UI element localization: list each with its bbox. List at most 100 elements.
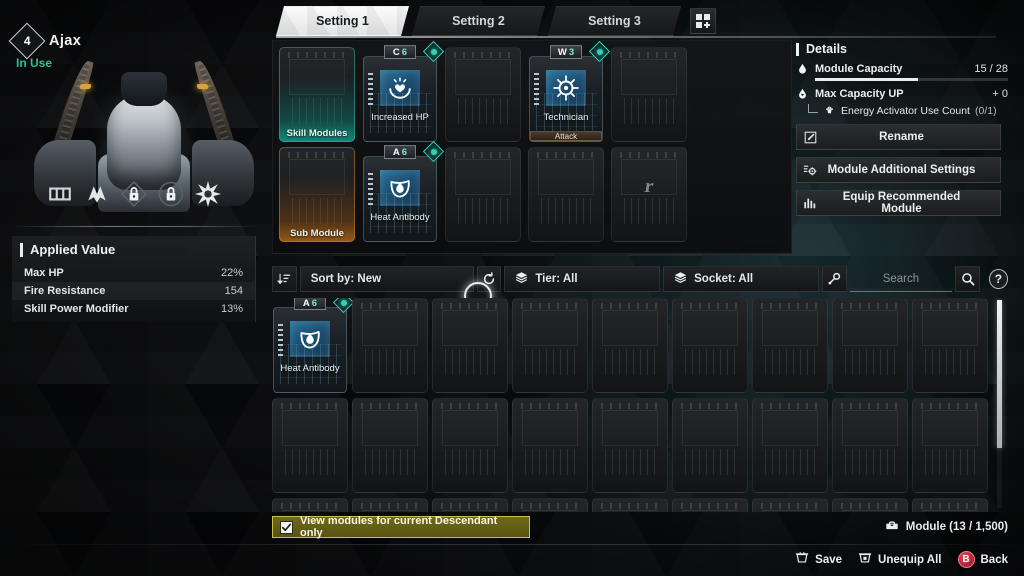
cost-value: 3 (568, 46, 575, 58)
inventory-slot-empty[interactable] (512, 498, 588, 512)
module-slot-empty[interactable] (445, 147, 521, 242)
ability-icon-1[interactable] (46, 180, 74, 208)
inventory-scrollbar-thumb[interactable] (997, 300, 1002, 448)
inventory-slot-empty[interactable] (672, 398, 748, 493)
inventory-slot-empty[interactable] (432, 298, 508, 393)
level-value: 4 (23, 34, 31, 48)
cost-value: 6 (311, 298, 318, 309)
cost-letter: A (392, 146, 400, 158)
rename-button[interactable]: Rename (796, 124, 1001, 150)
tab-label: Setting 2 (452, 14, 505, 28)
stat-label: Fire Resistance (24, 285, 106, 297)
character-header: 4 Ajax (8, 22, 81, 60)
save-label: Save (815, 553, 843, 566)
shield-flame-icon (290, 321, 330, 357)
module-slot-increased-hp[interactable]: Increased HP C6 (362, 40, 445, 142)
module-footer: Attack (530, 131, 602, 141)
inventory-slot-empty[interactable] (752, 398, 828, 493)
tab-setting-2[interactable]: Setting 2 (412, 6, 545, 36)
tab-setting-1[interactable]: Setting 1 (276, 6, 409, 36)
inventory-slot-empty[interactable] (592, 498, 668, 512)
module-slot-sub[interactable]: Sub Module (279, 147, 355, 242)
energy-activator-label: Energy Activator Use Count (841, 104, 970, 117)
search-button[interactable] (955, 266, 980, 292)
module-name: Heat Antibody (280, 363, 340, 374)
eye-right (196, 84, 209, 89)
module-slot-skill[interactable]: Skill Modules (279, 47, 355, 142)
inventory-slot-empty[interactable] (832, 298, 908, 393)
tier-dropdown[interactable]: Tier: All (504, 266, 661, 292)
inventory-slot-empty[interactable] (432, 498, 508, 512)
inventory-slot-empty[interactable] (512, 398, 588, 493)
module-count: Module (13 / 1,500) (885, 518, 1008, 535)
inventory-slot-empty[interactable] (512, 298, 588, 393)
inventory-slot-empty[interactable] (352, 498, 428, 512)
inventory-slot-empty[interactable] (752, 498, 828, 512)
lock-icon-1[interactable] (120, 180, 148, 208)
character-status: In Use (16, 56, 53, 70)
inventory-slot-empty[interactable] (912, 498, 988, 512)
capacity-bar (815, 78, 1008, 81)
inventory-slot-empty[interactable] (272, 398, 348, 493)
inventory-slot-empty[interactable] (592, 298, 668, 393)
module-count-label: Module (13 / 1,500) (905, 520, 1008, 533)
action-bar: Save Unequip All B Back (795, 551, 1008, 568)
stat-label: Max HP (24, 267, 64, 279)
inventory-slot-empty[interactable] (752, 298, 828, 393)
inventory-slot-empty[interactable] (672, 498, 748, 512)
view-current-descendant-toggle[interactable]: View modules for current Descendant only (272, 515, 530, 539)
add-setting-button[interactable] (690, 8, 716, 34)
inventory-slot-empty[interactable] (272, 498, 348, 512)
help-button[interactable]: ? (988, 269, 1008, 289)
socket-label: Socket: All (694, 273, 754, 285)
module-slot-empty[interactable] (445, 47, 521, 142)
unequip-all-button[interactable]: Unequip All (858, 551, 942, 568)
key-icon[interactable] (821, 266, 847, 292)
help-label: ? (994, 272, 1003, 286)
heart-hands-icon (380, 70, 420, 106)
inventory-slot-empty[interactable] (352, 398, 428, 493)
inventory-slot-empty[interactable] (592, 398, 668, 493)
inventory-slot-empty[interactable] (432, 398, 508, 493)
tab-setting-3[interactable]: Setting 3 (548, 6, 681, 36)
lock-icon-2[interactable] (157, 180, 185, 208)
module-slot-empty[interactable] (528, 147, 604, 242)
inventory-slot-empty[interactable] (912, 398, 988, 493)
details-panel: Details Module Capacity 15 / 28 Max Capa… (796, 42, 1008, 216)
module-slot-empty-glyph[interactable]: r (611, 147, 687, 242)
ultimate-icon[interactable] (194, 180, 222, 208)
ability-icon-2[interactable] (83, 180, 111, 208)
layers-icon (515, 271, 528, 287)
sort-descending-icon[interactable] (272, 266, 297, 292)
slot-label: Skill Modules (286, 128, 348, 139)
inventory-slot-empty[interactable] (672, 298, 748, 393)
tab-label: Setting 3 (588, 14, 641, 28)
inventory-slot-empty[interactable] (912, 298, 988, 393)
inventory-slot-empty[interactable] (352, 298, 428, 393)
module-slot-empty[interactable] (611, 47, 687, 142)
cost-value: 6 (401, 46, 408, 58)
inventory-scrollbar[interactable] (997, 300, 1002, 508)
module-slot-heat-antibody[interactable]: Heat Antibody A6 (362, 140, 445, 242)
sort-by-dropdown[interactable]: Sort by: New (299, 266, 474, 292)
inventory-slot-empty[interactable] (832, 398, 908, 493)
stat-row: Skill Power Modifier 13% (12, 300, 255, 318)
capacity-label: Module Capacity (815, 62, 903, 75)
stat-label: Skill Power Modifier (24, 303, 129, 315)
search-field[interactable] (849, 266, 953, 292)
unequip-icon (858, 551, 872, 568)
view-toggle-label: View modules for current Descendant only (300, 515, 498, 539)
module-slot-technician[interactable]: Technician W3 Attack (528, 40, 611, 142)
layers-icon (674, 271, 687, 287)
module-additional-settings-button[interactable]: Module Additional Settings (796, 157, 1001, 183)
inventory-slot-empty[interactable] (832, 498, 908, 512)
helmet (107, 94, 181, 190)
inventory-item-heat-antibody[interactable]: Heat Antibody A 6 (272, 298, 355, 393)
search-input[interactable] (849, 272, 953, 285)
back-button[interactable]: B Back (957, 551, 1008, 568)
save-button[interactable]: Save (795, 551, 842, 568)
module-cost-badge: A6 (294, 298, 326, 310)
socket-dropdown[interactable]: Socket: All (663, 266, 819, 292)
inventory-icon (885, 518, 899, 535)
equip-recommended-module-button[interactable]: Equip Recommended Module (796, 190, 1001, 216)
